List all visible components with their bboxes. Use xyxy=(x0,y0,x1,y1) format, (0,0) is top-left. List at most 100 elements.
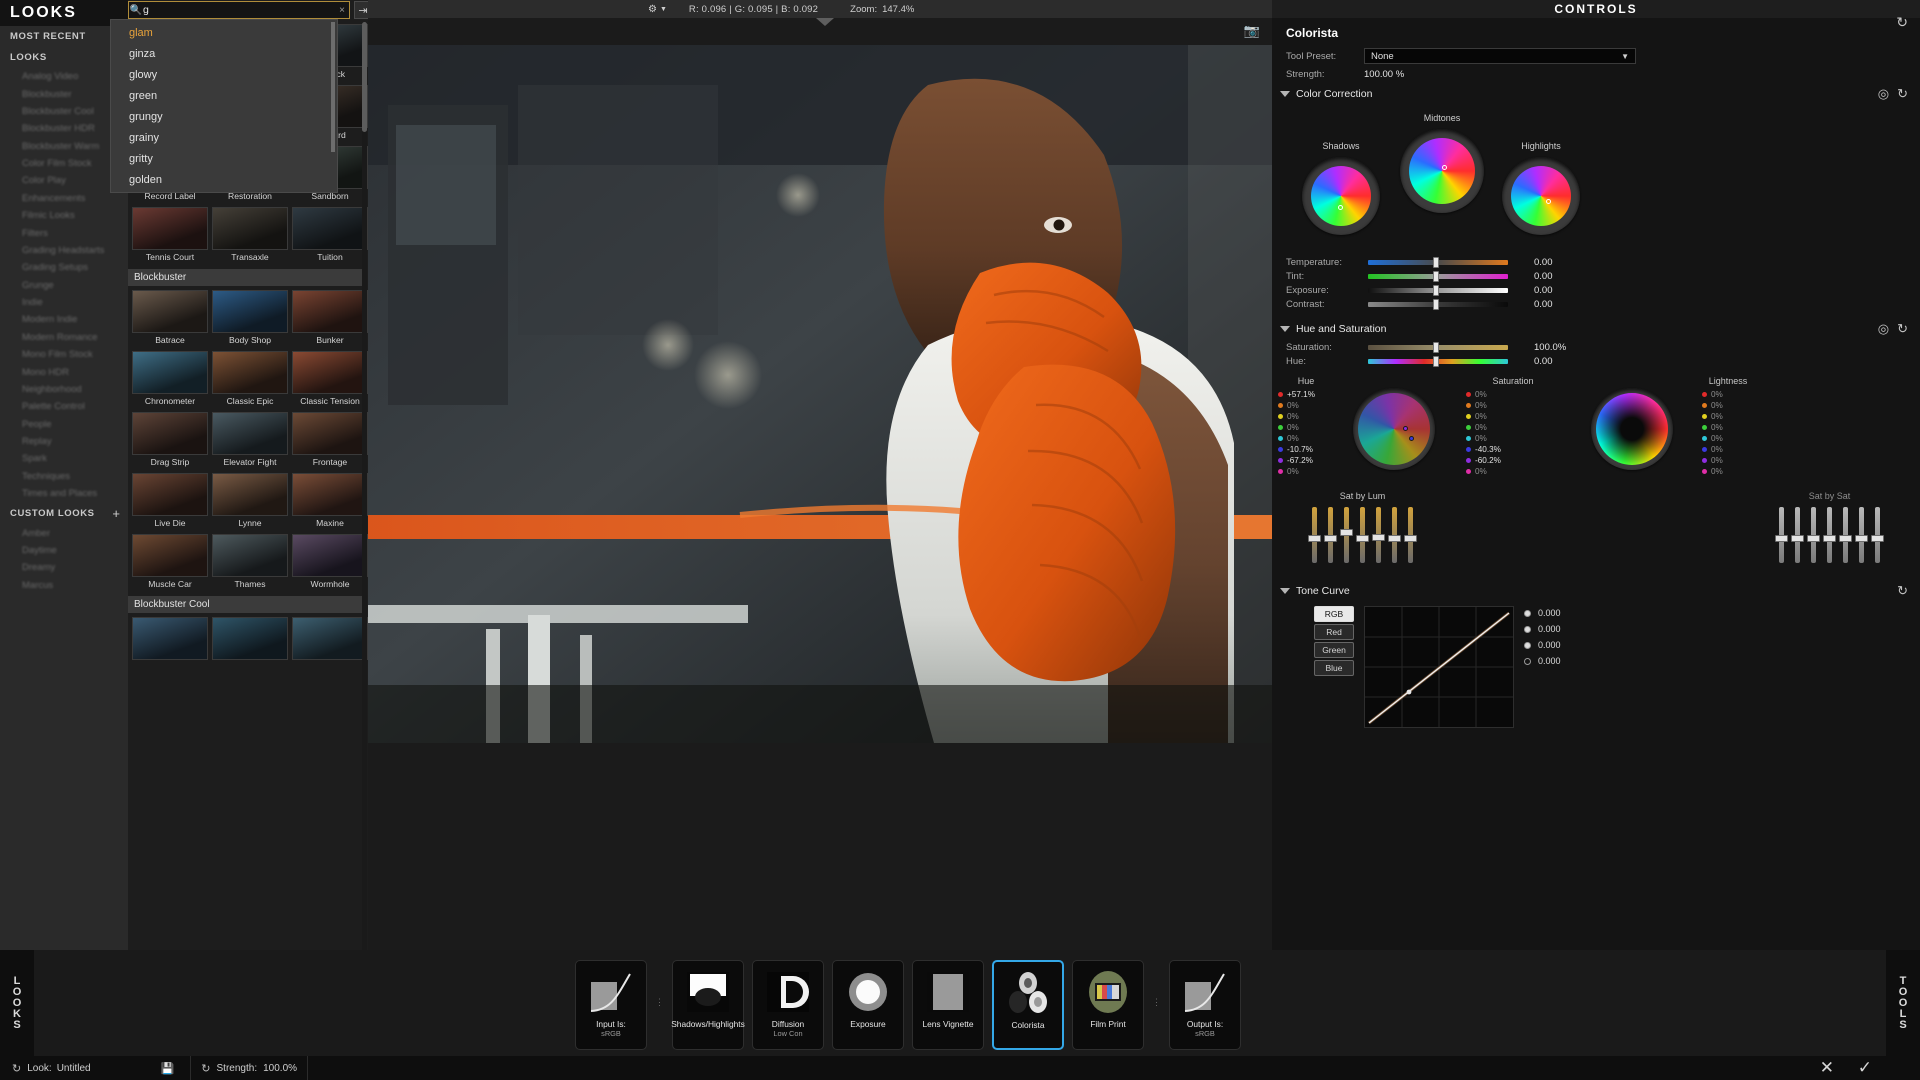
sidebar-item[interactable]: Blockbuster HDR xyxy=(0,120,128,137)
search-suggestion[interactable]: gritty xyxy=(111,148,337,169)
sidebar-item[interactable]: People xyxy=(0,416,128,433)
sidebar-item[interactable]: Modern Indie xyxy=(0,311,128,328)
sidebar-item[interactable]: Mono Film Stock xyxy=(0,346,128,363)
point-value[interactable]: 0.000 xyxy=(1538,624,1561,634)
vertical-slider[interactable] xyxy=(1827,507,1832,563)
look-item[interactable]: Elevator Fight xyxy=(212,412,288,471)
vertical-slider-track[interactable] xyxy=(1360,507,1365,563)
search-suggestion[interactable]: glam xyxy=(111,22,337,43)
look-item[interactable]: Chronometer xyxy=(132,351,208,410)
look-item[interactable]: Bunker xyxy=(292,290,368,349)
slider-value[interactable]: 0.00 xyxy=(1534,285,1553,296)
save-look-icon[interactable]: 💾 xyxy=(161,1062,175,1075)
look-item[interactable]: Classic Epic xyxy=(212,351,288,410)
point-value[interactable]: 0.000 xyxy=(1538,656,1561,666)
hsl-value-row[interactable]: 0% xyxy=(1278,466,1334,477)
hsl-value-row[interactable]: 0% xyxy=(1702,411,1764,422)
slider-track[interactable] xyxy=(1368,274,1508,279)
vertical-slider-knob[interactable] xyxy=(1855,535,1868,542)
hsl-value[interactable]: -10.7% xyxy=(1287,445,1321,454)
vertical-slider[interactable] xyxy=(1344,507,1349,563)
tone-curve-point-row[interactable]: 0.000 xyxy=(1524,606,1561,620)
slider-value[interactable]: 0.00 xyxy=(1534,257,1553,268)
confirm-button[interactable]: ✓ xyxy=(1858,1058,1872,1078)
look-thumbnail[interactable] xyxy=(212,351,288,394)
cancel-button[interactable]: ✕ xyxy=(1820,1058,1834,1078)
hsl-value[interactable]: 0% xyxy=(1475,434,1509,443)
slider-track[interactable] xyxy=(1368,260,1508,265)
search-suggestion[interactable]: ginza xyxy=(111,43,337,64)
sidebar-item[interactable]: Techniques xyxy=(0,468,128,485)
hsl-value-row[interactable]: 0% xyxy=(1466,411,1572,422)
collapse-triangle-icon[interactable] xyxy=(1280,588,1290,594)
vertical-slider-knob[interactable] xyxy=(1404,535,1417,542)
sidebar-item[interactable]: Analog Video xyxy=(0,68,128,85)
vertical-slider-knob[interactable] xyxy=(1324,535,1337,542)
tone-curve-point-row[interactable]: 0.000 xyxy=(1524,638,1561,652)
reset-look-icon[interactable]: ↻ xyxy=(12,1062,21,1075)
hue-saturation-header[interactable]: Hue and Saturation ◎ ↻ xyxy=(1272,315,1920,340)
look-thumbnail[interactable] xyxy=(292,617,368,660)
sidebar-item[interactable]: Grading Setups xyxy=(0,259,128,276)
sidebar-item[interactable]: Blockbuster Warm xyxy=(0,138,128,155)
chevron-down-icon[interactable]: ▼ xyxy=(660,6,667,13)
hsl-value-row[interactable]: 0% xyxy=(1466,389,1572,400)
tone-curve-values[interactable]: 0.000 0.000 0.000 0.000 xyxy=(1524,606,1561,728)
slider-value[interactable]: 0.00 xyxy=(1534,271,1553,282)
tone-curve-header[interactable]: Tone Curve ↻ xyxy=(1272,577,1920,602)
search-suggestion[interactable]: golden xyxy=(111,169,337,190)
slider-knob[interactable] xyxy=(1433,271,1439,282)
vertical-slider[interactable] xyxy=(1843,507,1848,563)
hsl-value-row[interactable]: 0% xyxy=(1278,433,1334,444)
vertical-slider[interactable] xyxy=(1360,507,1365,563)
hsl-value-row[interactable]: 0% xyxy=(1702,433,1764,444)
hsl-value[interactable]: 0% xyxy=(1711,434,1745,443)
tone-curve-channel-button[interactable]: RGB xyxy=(1314,606,1354,622)
hsl-value[interactable]: 0% xyxy=(1287,434,1321,443)
wheel-disc[interactable] xyxy=(1311,166,1371,226)
look-item[interactable]: Transaxle xyxy=(212,207,288,266)
custom-look-item[interactable]: Dreamy xyxy=(0,559,128,576)
tone-curve-point-row[interactable]: 0.000 xyxy=(1524,622,1561,636)
look-item[interactable]: Lynne xyxy=(212,473,288,532)
vertical-slider-track[interactable] xyxy=(1344,507,1349,563)
hsl-value-row[interactable]: 0% xyxy=(1466,422,1572,433)
hsl-value-row[interactable]: 0% xyxy=(1702,444,1764,455)
hsl-value[interactable]: 0% xyxy=(1475,423,1509,432)
vertical-slider-track[interactable] xyxy=(1408,507,1413,563)
hsl-value[interactable]: -60.2% xyxy=(1475,456,1509,465)
look-item[interactable]: Maxine xyxy=(292,473,368,532)
hsl-value-row[interactable]: 0% xyxy=(1278,400,1334,411)
hsl-value[interactable]: 0% xyxy=(1711,423,1745,432)
hsl-value[interactable]: 0% xyxy=(1711,390,1745,399)
look-thumbnail[interactable] xyxy=(212,290,288,333)
vertical-slider-knob[interactable] xyxy=(1775,535,1788,542)
vertical-slider-track[interactable] xyxy=(1795,507,1800,563)
vertical-slider-knob[interactable] xyxy=(1791,535,1804,542)
point-value[interactable]: 0.000 xyxy=(1538,640,1561,650)
look-thumbnail[interactable] xyxy=(292,473,368,516)
sidebar-item[interactable]: Palette Control xyxy=(0,398,128,415)
vertical-slider-track[interactable] xyxy=(1312,507,1317,563)
vertical-slider-track[interactable] xyxy=(1875,507,1880,563)
sat-by-sat-group[interactable]: Sat by Sat xyxy=(1779,491,1880,563)
slider-value[interactable]: 0.00 xyxy=(1534,356,1553,367)
hsl-value[interactable]: 0% xyxy=(1475,390,1509,399)
slider-track[interactable] xyxy=(1368,288,1508,293)
chevron-down-icon[interactable]: ▼ xyxy=(1621,52,1629,61)
look-item[interactable]: Live Die xyxy=(132,473,208,532)
sidebar-item[interactable]: Filmic Looks xyxy=(0,207,128,224)
look-thumbnail[interactable] xyxy=(132,412,208,455)
color-wheel-2[interactable] xyxy=(1502,157,1580,235)
sat-sliders-block[interactable]: Sat by Lum Sat by Sat xyxy=(1272,491,1920,563)
look-item[interactable]: Tennis Court xyxy=(132,207,208,266)
strength-value[interactable]: 100.00 % xyxy=(1364,69,1404,80)
hsl-value-row[interactable]: 0% xyxy=(1278,422,1334,433)
tone-curve-point-row[interactable]: 0.000 xyxy=(1524,654,1561,668)
look-thumbnail[interactable] xyxy=(212,617,288,660)
chain-node[interactable]: Output Is:sRGB xyxy=(1169,960,1241,1050)
vertical-slider[interactable] xyxy=(1811,507,1816,563)
look-thumbnail[interactable] xyxy=(132,290,208,333)
hsl-value[interactable]: 0% xyxy=(1475,467,1509,476)
custom-look-item[interactable]: Daytime xyxy=(0,542,128,559)
